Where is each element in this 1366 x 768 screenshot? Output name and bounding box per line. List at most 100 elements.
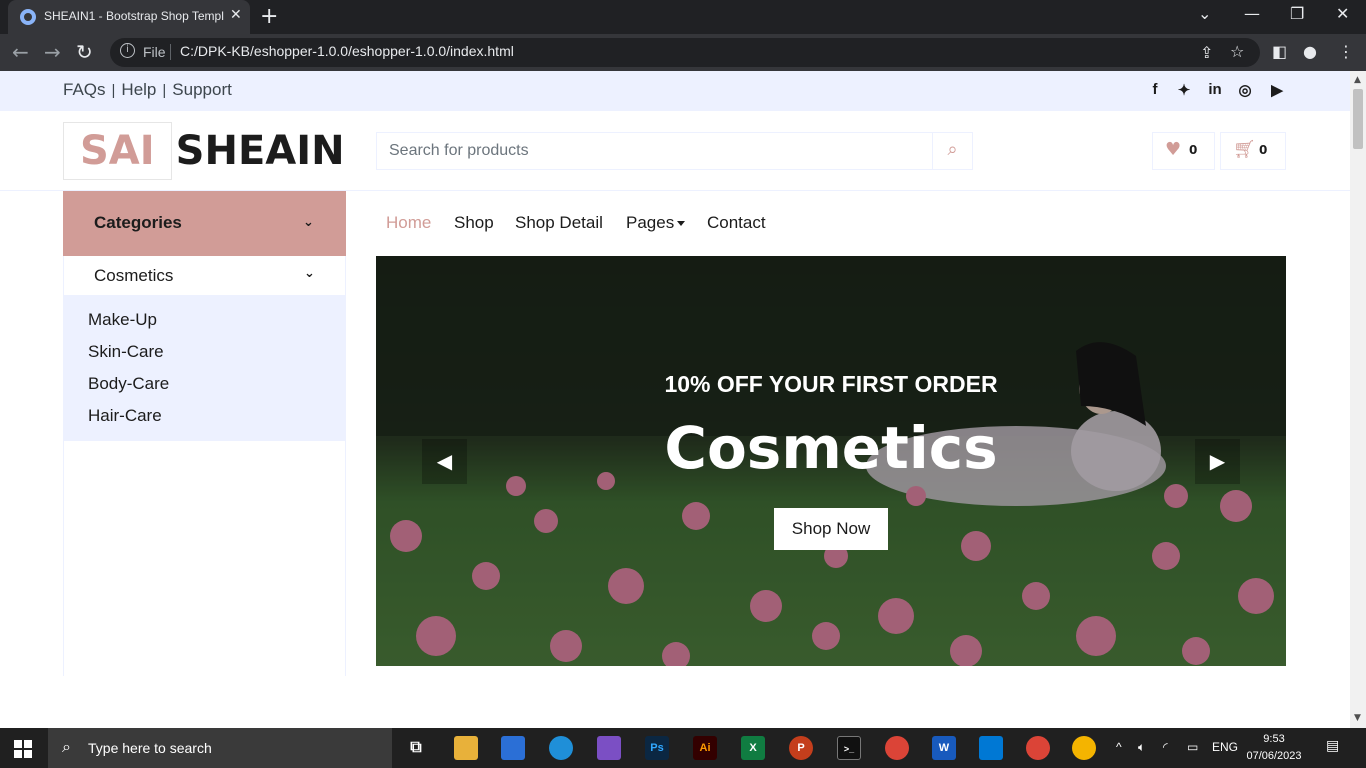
site-header: SAISHEAIN ⌕ ♥ 0 🛒︎ 0 [0, 111, 1350, 191]
back-icon[interactable]: ← [12, 40, 29, 64]
illustrator-icon[interactable]: Ai [693, 736, 717, 760]
battery-icon[interactable]: ▭ [1187, 740, 1198, 754]
search-icon[interactable]: ⌕ [932, 133, 972, 169]
category-haircare[interactable]: Hair-Care [88, 406, 162, 426]
page-scrollbar[interactable]: ▲ ▼ [1350, 71, 1366, 728]
chrome-active-icon[interactable] [1072, 736, 1096, 760]
wishlist-count: 0 [1189, 143, 1198, 157]
bookmark-star-icon[interactable]: ☆ [1230, 42, 1244, 61]
close-window-icon[interactable]: ✕ [1336, 4, 1349, 23]
heart-icon: ♥ [1165, 139, 1182, 160]
language-indicator[interactable]: ENG [1212, 740, 1238, 754]
taskbar-search-text: Type here to search [88, 740, 212, 756]
cosmetics-dropdown[interactable]: Cosmetics ⌄ [64, 256, 345, 296]
terminal-icon[interactable]: >_ [837, 736, 861, 760]
chevron-down-icon: ⌄ [303, 215, 314, 230]
cosmetics-label: Cosmetics [94, 266, 174, 285]
chevron-down-icon: ⌄ [304, 266, 315, 281]
youtube-icon[interactable]: ▶ [1267, 81, 1287, 99]
site-logo[interactable]: SAI SHEAIN [63, 122, 345, 180]
nav-pages-label: Pages [626, 213, 675, 232]
taskbar-search[interactable]: ⌕ Type here to search [48, 728, 392, 768]
search-icon: ⌕ [62, 737, 71, 756]
top-bar: FAQs | Help | Support f ✦ in ◎ ▶ [0, 71, 1350, 111]
carousel-next-icon[interactable]: ▶ [1195, 439, 1240, 484]
word-icon[interactable]: W [932, 736, 956, 760]
help-link[interactable]: Help [121, 80, 156, 99]
nav-shop-detail[interactable]: Shop Detail [515, 213, 603, 233]
scroll-thumb[interactable] [1353, 89, 1363, 149]
profile-icon[interactable]: ● [1303, 42, 1317, 61]
nav-home[interactable]: Home [386, 213, 431, 233]
browser-tab[interactable]: SHEAIN1 - Bootstrap Shop Template ✕ [8, 0, 250, 34]
photoshop-icon[interactable]: Ps [645, 736, 669, 760]
divider: | [162, 82, 167, 99]
cart-button[interactable]: 🛒︎ 0 [1220, 132, 1286, 170]
volume-icon[interactable]: 🔈︎ [1138, 740, 1145, 755]
linkedin-icon[interactable]: in [1205, 81, 1225, 98]
nav-pages[interactable]: Pages [626, 213, 686, 233]
web-page: FAQs | Help | Support f ✦ in ◎ ▶ SAISHEAIN ⌕… [0, 71, 1350, 728]
side-panel-icon[interactable]: ◧ [1272, 42, 1287, 61]
divider [170, 44, 171, 60]
instagram-icon[interactable]: ◎ [1235, 81, 1255, 99]
vscode-icon[interactable] [979, 736, 1003, 760]
url-text[interactable]: C:/DPK-KB/eshopper-1.0.0/eshopper-1.0.0/… [180, 43, 514, 59]
categories-panel: Cosmetics ⌄ Make-Up Skin-Care Body-Care … [63, 256, 346, 676]
windows-start-icon[interactable] [14, 740, 32, 758]
support-link[interactable]: Support [172, 80, 232, 99]
excel-icon[interactable]: X [741, 736, 765, 760]
edge-icon[interactable] [549, 736, 573, 760]
categories-label: Categories [94, 213, 182, 232]
clock-date: 07/06/2023 [1246, 750, 1302, 762]
browser-tab-bar: SHEAIN1 - Bootstrap Shop Template ✕ + ⌄ … [0, 0, 1366, 34]
categories-toggle[interactable]: Categories ⌄ [63, 191, 346, 256]
logo-text: SHEAIN [175, 128, 345, 174]
scroll-up-icon[interactable]: ▲ [1354, 75, 1361, 85]
hero-offer-text: 10% OFF YOUR FIRST ORDER [664, 371, 998, 397]
twitter-icon[interactable]: ✦ [1174, 81, 1194, 99]
cosmetics-submenu: Make-Up Skin-Care Body-Care Hair-Care [64, 296, 345, 441]
wishlist-button[interactable]: ♥ 0 [1152, 132, 1215, 170]
restore-icon[interactable]: ❐ [1290, 4, 1304, 23]
scroll-down-icon[interactable]: ▼ [1354, 713, 1361, 723]
windows-taskbar: ⌕ Type here to search ⧉ Ps Ai X P >_ W ^… [0, 728, 1366, 768]
hero-title: Cosmetics [664, 414, 998, 482]
forward-icon[interactable]: → [44, 40, 61, 64]
logo-highlight: SAI [63, 122, 172, 180]
shop-now-button[interactable]: Shop Now [774, 508, 888, 550]
visual-studio-icon[interactable] [597, 736, 621, 760]
minimize-icon[interactable]: — [1244, 4, 1260, 23]
facebook-icon[interactable]: f [1145, 81, 1165, 98]
tab-search-icon[interactable]: ⌄ [1198, 4, 1211, 23]
menu-icon[interactable]: ⋮ [1338, 42, 1354, 61]
carousel-prev-icon[interactable]: ◀ [422, 439, 467, 484]
category-bodycare[interactable]: Body-Care [88, 374, 169, 394]
network-icon[interactable]: ◜ [1163, 740, 1168, 754]
microsoft-store-icon[interactable] [501, 736, 525, 760]
chrome-icon[interactable] [885, 736, 909, 760]
category-skincare[interactable]: Skin-Care [88, 342, 164, 362]
nav-contact[interactable]: Contact [707, 213, 766, 233]
reload-icon[interactable]: ↻ [76, 40, 93, 64]
tab-title: SHEAIN1 - Bootstrap Shop Template [44, 9, 224, 23]
nav-shop[interactable]: Shop [454, 213, 494, 233]
taskbar-clock[interactable]: 9:53 07/06/2023 [1244, 731, 1304, 765]
powerpoint-icon[interactable]: P [789, 736, 813, 760]
category-makeup[interactable]: Make-Up [88, 310, 157, 330]
notifications-icon[interactable]: ▤ [1326, 737, 1339, 754]
chrome-profile-icon[interactable] [1026, 736, 1050, 760]
task-view-icon[interactable]: ⧉ [404, 736, 428, 760]
file-label: File [143, 44, 166, 60]
info-icon[interactable]: i [120, 43, 135, 58]
new-tab-icon[interactable]: + [260, 4, 278, 29]
faqs-link[interactable]: FAQs [63, 80, 106, 99]
search-input[interactable] [377, 133, 933, 169]
address-bar[interactable]: i File C:/DPK-KB/eshopper-1.0.0/eshopper… [110, 38, 1260, 67]
close-tab-icon[interactable]: ✕ [230, 7, 242, 23]
show-hidden-icons[interactable]: ^ [1116, 740, 1122, 754]
share-icon[interactable]: ⇪ [1200, 43, 1213, 62]
cart-count: 0 [1259, 143, 1268, 157]
file-explorer-icon[interactable] [454, 736, 478, 760]
divider: | [111, 82, 116, 99]
